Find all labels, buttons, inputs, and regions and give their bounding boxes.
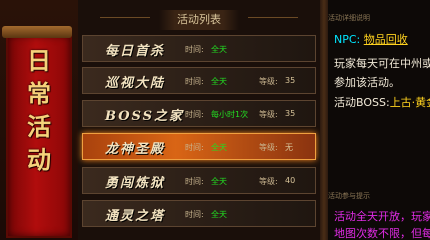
activity-row-patrol-continent[interactable]: 巡视大陆 时间: 全天 等级: 35 [82,67,316,94]
activity-name: 巡视大陆 [105,76,166,91]
activity-list-title: 活动列表 [159,10,239,30]
level-label: 等级: [259,177,278,186]
banner-title-char: 常 [27,79,51,108]
activity-row-spirit-tower[interactable]: 通灵之塔 时间: 全天 [82,200,316,227]
activity-name: BOSS之家 [105,109,185,124]
level-label: 等级: [259,143,278,152]
time-value: 每小时1次 [211,110,249,119]
activity-detail-panel: 活动详细说明 NPC: 物品回收 玩家每天可在中州或 参加该活动。 活动BOSS… [328,0,430,240]
activity-list-header: 活动列表 [78,8,320,30]
npc-line: NPC: 物品回收 [334,31,408,47]
npc-link[interactable]: 物品回收 [364,33,408,46]
banner-title-char: 活 [27,112,51,141]
activity-row-dragon-temple[interactable]: 龙神圣殿 时间: 全天 等级: 无 [82,133,316,160]
tips-section-title-text: 活动参与提示 [328,192,370,200]
boss-value: 上古·黄金 [389,96,430,109]
time-label: 时间: [185,143,204,152]
level-label: 等级: [259,110,278,119]
time-value: 全天 [211,77,227,86]
time-label: 时间: [185,177,204,186]
activity-row-boss-home[interactable]: BOSS之家 时间: 每小时1次 等级: 35 [82,100,316,127]
description-line: 玩家每天可在中州或 [334,57,430,70]
panel-divider [320,0,328,240]
banner-red-scroll: 日 常 活 动 [2,26,72,238]
daily-activity-banner: 日 常 活 动 [0,0,79,240]
description-line: 参加该活动。 [334,76,400,89]
time-label: 时间: [185,210,204,219]
time-value: 全天 [211,143,227,152]
activity-name: 龙神圣殿 [105,142,166,157]
time-value: 全天 [211,45,227,54]
level-label: 等级: [259,77,278,86]
banner-title-char: 动 [27,145,51,174]
activity-row-daily-first-kill[interactable]: 每日首杀 时间: 全天 [82,35,316,62]
activity-name: 勇闯炼狱 [105,176,166,191]
tip-line: 活动全天开放，玩家 [334,210,430,223]
level-value: 35 [285,76,296,85]
activity-row-purgatory[interactable]: 勇闯炼狱 时间: 全天 等级: 40 [82,167,316,194]
tip-line: 地图次数不限，但每 [334,227,430,240]
npc-label: NPC: [334,33,361,46]
time-label: 时间: [185,45,204,54]
banner-title: 日 常 活 动 [8,44,70,176]
time-value: 全天 [211,210,227,219]
time-label: 时间: [185,110,204,119]
detail-section-title: 活动详细说明 [328,13,370,23]
level-value: 无 [285,143,293,152]
activity-name: 通灵之塔 [105,209,166,224]
banner-title-char: 日 [27,46,51,75]
time-value: 全天 [211,177,227,186]
boss-label: 活动BOSS: [334,96,390,109]
detail-section-title-text: 活动详细说明 [328,14,370,22]
time-label: 时间: [185,77,204,86]
boss-line: 活动BOSS:上古·黄金 [334,94,430,110]
tips-section-title: 活动参与提示 [328,191,370,201]
level-value: 40 [285,176,296,185]
level-value: 35 [285,109,296,118]
activity-list-panel: 活动列表 每日首杀 时间: 全天 巡视大陆 时间: 全天 等级: 35 BOSS… [78,0,320,240]
activity-name: 每日首杀 [105,44,166,59]
